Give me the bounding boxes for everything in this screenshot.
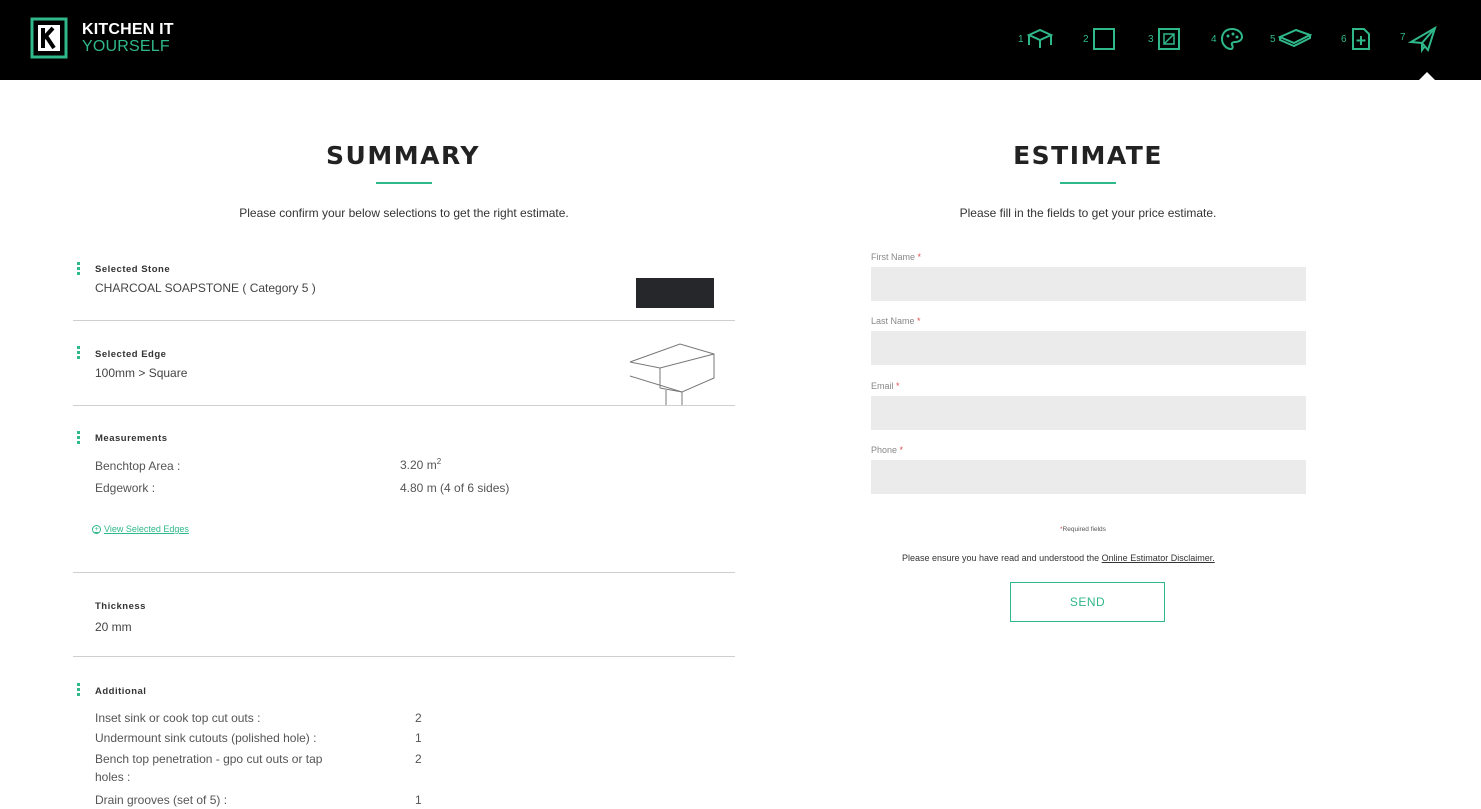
thickness-label: Thickness: [95, 601, 146, 612]
first-name-field[interactable]: [871, 267, 1306, 301]
last-name-label: Last Name *: [871, 316, 921, 326]
disclaimer-link[interactable]: Online Estimator Disclaimer.: [1102, 553, 1215, 563]
step-6[interactable]: 6: [1341, 26, 1373, 52]
view-selected-edges-link[interactable]: + View Selected Edges: [92, 524, 189, 534]
square-icon: [1091, 26, 1117, 52]
section-divider: [73, 405, 735, 406]
brand-line-2: YOURSELF: [82, 38, 170, 55]
additional-row-value: 2: [415, 711, 422, 725]
phone-field[interactable]: [871, 460, 1306, 494]
summary-subtitle: Please confirm your below selections to …: [239, 206, 569, 220]
email-field[interactable]: [871, 396, 1306, 430]
first-name-label: First Name *: [871, 252, 922, 262]
step-4[interactable]: 4: [1211, 26, 1245, 52]
required-fields-note: *Required fields: [1060, 526, 1106, 533]
step-2[interactable]: 2: [1083, 26, 1117, 52]
selected-stone-label: Selected Stone: [95, 264, 171, 275]
benchtop-area-label: Benchtop Area :: [95, 459, 181, 473]
summary-title: SUMMARY: [326, 141, 480, 170]
estimate-title-underline: [1060, 182, 1116, 184]
palette-icon: [1219, 26, 1245, 52]
additional-row-value: 1: [415, 731, 422, 745]
step-7[interactable]: 7: [1400, 24, 1438, 54]
bench-icon: [1026, 26, 1054, 50]
kitchen-logo-icon: [30, 17, 68, 59]
step-5[interactable]: 5: [1270, 26, 1312, 50]
last-name-field[interactable]: [871, 331, 1306, 365]
thickness-value: 20 mm: [95, 620, 132, 634]
email-label: Email *: [871, 381, 900, 391]
additional-row-label: Inset sink or cook top cut outs :: [95, 711, 261, 725]
top-navigation-bar: KITCHEN IT YOURSELF 1 2 3 4 5 6 7: [0, 0, 1481, 81]
additional-row-label: Drain grooves (set of 5) :: [95, 793, 228, 807]
framed-square-icon: [1156, 26, 1182, 52]
additional-row-value: 2: [415, 752, 422, 766]
measurements-label: Measurements: [95, 433, 168, 444]
drag-handle-icon[interactable]: [77, 431, 80, 446]
additional-row-label-cont: holes :: [95, 770, 131, 784]
step-number: 3: [1148, 34, 1154, 45]
section-divider: [73, 572, 735, 573]
selected-stone-value: CHARCOAL SOAPSTONE ( Category 5 ): [95, 281, 316, 295]
section-divider: [73, 656, 735, 657]
section-divider: [73, 320, 735, 321]
edge-profile-image: [622, 336, 717, 411]
additional-row-label: Undermount sink cutouts (polished hole) …: [95, 731, 317, 745]
edgework-value: 4.80 m (4 of 6 sides): [400, 481, 510, 495]
drag-handle-icon[interactable]: [77, 262, 80, 277]
active-step-indicator: [1418, 72, 1436, 81]
additional-row-value: 1: [415, 793, 422, 807]
step-number: 2: [1083, 34, 1089, 45]
drag-handle-icon[interactable]: [77, 683, 80, 698]
step-number: 4: [1211, 34, 1217, 45]
stone-swatch-image: [636, 278, 714, 308]
step-number: 1: [1018, 34, 1024, 45]
drag-handle-icon[interactable]: [77, 346, 80, 361]
view-selected-edges-text: View Selected Edges: [104, 524, 189, 534]
step-3[interactable]: 3: [1148, 26, 1182, 52]
step-1[interactable]: 1: [1018, 26, 1054, 50]
brand-line-1: KITCHEN IT: [82, 21, 174, 38]
additional-label: Additional: [95, 686, 147, 697]
edgework-label: Edgework :: [95, 481, 156, 495]
selected-edge-value: 100mm > Square: [95, 366, 188, 380]
brand-logo[interactable]: KITCHEN IT YOURSELF: [30, 17, 174, 59]
disclaimer-text: Please ensure you have read and understo…: [902, 553, 1215, 563]
estimate-subtitle: Please fill in the fields to get your pr…: [959, 206, 1217, 220]
step-number: 5: [1270, 34, 1276, 45]
additional-row-label: Bench top penetration - gpo cut outs or …: [95, 752, 323, 766]
summary-title-underline: [376, 182, 432, 184]
selected-edge-label: Selected Edge: [95, 349, 167, 360]
send-button[interactable]: SEND: [1010, 582, 1165, 622]
plus-circle-icon: +: [92, 524, 101, 534]
add-document-icon: [1349, 26, 1373, 52]
step-number: 7: [1400, 32, 1406, 43]
phone-label: Phone *: [871, 445, 904, 455]
send-plane-icon: [1407, 24, 1438, 54]
benchtop-area-value: 3.20 m2: [400, 457, 442, 472]
slab-icon: [1277, 26, 1312, 50]
estimate-title: ESTIMATE: [1013, 141, 1163, 170]
step-number: 6: [1341, 34, 1347, 45]
